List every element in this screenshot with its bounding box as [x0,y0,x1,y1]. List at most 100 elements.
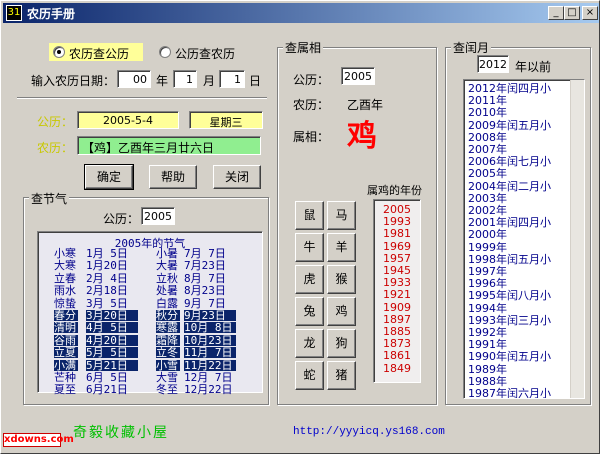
zodiac-years-title: 属鸡的年份 [367,184,422,197]
zodiac-years-list[interactable]: 2005 1993 1981 1969 1957 1945 1933 1921 1909 1897… [373,199,421,383]
solar-term-date: 4月20日 [86,334,138,346]
leap-month-item[interactable]: 1993年闰三月小 [468,314,551,327]
solar-term-name: 大寒 [54,259,76,273]
leap-month-list[interactable]: 2012年闰四月小 2011年 2010年 2009年闰五月小 2008年 2007年 20… [463,79,585,399]
leap-month-item[interactable]: 1999年 [468,241,507,254]
close-window-button[interactable]: × [582,6,598,20]
solar-term-date: 10月23日 [184,334,236,346]
solar-term-name: 冬至 [156,383,178,397]
footer-signature: 奇毅收藏小屋 [73,425,169,441]
solar-term-name: 清明 [54,321,78,335]
app-icon[interactable]: 31 [6,5,22,21]
solar-term-date: 2月 4日 [86,271,128,285]
zodiac-animal-button[interactable]: 鸡 [327,297,356,326]
zodiac-gregorian-label: 公历： [293,73,330,87]
radio-gregorian-to-lunar[interactable] [159,46,171,58]
solar-term-name: 立秋 [156,271,178,285]
solar-term-name: 小暑 [156,247,178,260]
solar-term-date: 11月 7日 [184,347,236,359]
maximize-button[interactable]: □ [564,6,580,20]
solar-term-date: 2月18日 [86,284,128,298]
zodiac-animal-button[interactable]: 虎 [295,265,324,294]
solar-term-name: 春分 [54,309,78,322]
zodiac-year-item[interactable]: 1849 [374,362,420,375]
radio-lunar-to-gregorian[interactable] [53,46,65,58]
zodiac-year-item[interactable]: 1957 [374,252,420,265]
solar-terms-year-input[interactable]: 2005 [141,207,175,225]
month-input[interactable]: 1 [173,70,197,88]
zodiac-year-input[interactable]: 2005 [341,67,375,85]
zodiac-year-item[interactable]: 1933 [374,277,420,289]
leap-month-item[interactable]: 1994年 [468,302,507,315]
zodiac-animal-button[interactable]: 蛇 [295,361,324,390]
solar-terms-list[interactable]: 2005年的节气 小寒 1月 5日 小暑 7月 7日 大寒 1月20日 大暑 7月23日 立春 2… [37,231,263,397]
zodiac-year-item[interactable]: 1909 [374,301,420,314]
solar-term-name: 立春 [54,271,76,285]
result-lunar-label: 农历： [37,141,74,155]
zodiac-animal-button[interactable]: 狗 [327,329,356,358]
close-button[interactable]: 关闭 [213,165,261,189]
zodiac-animal-button[interactable]: 猪 [327,361,356,390]
leap-month-item[interactable]: 1988年 [468,375,507,388]
leap-month-item[interactable]: 2000年 [468,229,507,241]
leap-month-item[interactable]: 2009年闰五月小 [468,119,551,132]
zodiac-year-item[interactable]: 1885 [374,326,420,338]
zodiac-animal-button[interactable]: 羊 [327,233,356,262]
mode-option2-label[interactable]: 公历查农历 [175,45,235,62]
leap-month-item[interactable]: 2005年 [468,168,507,180]
solar-term-date: 12月22日 [184,383,233,397]
zodiac-year-item[interactable]: 1897 [374,313,420,326]
zodiac-animal-button[interactable]: 猴 [327,265,356,294]
solar-term-date: 7月23日 [184,259,226,273]
solar-term-name: 小满 [54,358,78,372]
zodiac-animal-button[interactable]: 龙 [295,329,324,358]
solar-term-date: 5月21日 [86,359,138,371]
solar-term-name: 芒种 [54,371,76,384]
leap-month-item[interactable]: 1998年闰五月小 [468,253,551,266]
zodiac-animal-button[interactable]: 鼠 [295,201,324,230]
solar-term-name: 雨水 [54,284,76,298]
zodiac-year-item[interactable]: 1873 [374,338,420,350]
leap-month-item[interactable]: 2010年 [468,107,507,119]
leap-month-title: 查闰月 [451,39,492,56]
zodiac-lunar-label: 农历： [293,98,330,112]
zodiac-year-item[interactable]: 1969 [374,240,420,253]
zodiac-year-item[interactable]: 1981 [374,228,420,240]
solar-term-date: 12月 7日 [184,371,233,384]
footer-url[interactable]: http://yyyicq.ys168.com [293,426,445,438]
day-input[interactable]: 1 [219,70,245,88]
minimize-button[interactable]: _ [548,6,564,20]
result-weekday-value: 星期三 [189,111,263,129]
solar-term-date: 5月 5日 [86,347,138,359]
year-input[interactable]: 00 [117,70,151,88]
solar-term-name: 白露 [156,296,178,310]
leap-month-year-input[interactable]: 2012 [477,55,509,73]
leap-month-item[interactable]: 2003年 [468,192,507,205]
leap-month-item[interactable]: 1987年闰六月小 [468,388,551,399]
leap-month-item[interactable]: 2008年 [468,131,507,144]
month-unit-label: 月 [203,74,216,88]
main-window: 31 农历手册 _ □ × 农历查公历 公历查农历 输入农历日期： 00 年 1… [0,0,600,454]
zodiac-year-item[interactable]: 1921 [374,289,420,301]
zodiac-year-item[interactable]: 1861 [374,350,420,362]
year-unit-label: 年 [156,74,169,88]
zodiac-animal-button[interactable]: 牛 [295,233,324,262]
zodiac-year-item[interactable]: 1945 [374,265,420,277]
solar-term-name: 夏至 [54,383,76,397]
leap-month-item[interactable]: 1989年 [468,363,507,376]
zodiac-year-item[interactable]: 2005 [374,204,420,216]
divider [17,97,267,99]
leap-month-item[interactable]: 1995年闰八月小 [468,290,551,302]
title-bar[interactable]: 31 农历手册 _ □ × [3,3,599,23]
zodiac-animal-button[interactable]: 兔 [295,297,324,326]
ok-button[interactable]: 确定 [84,164,134,190]
mode-option1-label[interactable]: 农历查公历 [69,45,129,62]
leap-month-item[interactable]: 2004年闰二月小 [468,180,551,193]
leap-month-suffix: 年以前 [515,60,552,74]
zodiac-year-item[interactable]: 1993 [374,216,420,228]
leap-month-scrollbar[interactable] [570,80,584,398]
help-button[interactable]: 帮助 [149,165,197,189]
solar-term-date: 6月 5日 [86,371,128,384]
leap-month-item[interactable]: 1990年闰五月小 [468,351,551,363]
zodiac-animal-button[interactable]: 马 [327,201,356,230]
